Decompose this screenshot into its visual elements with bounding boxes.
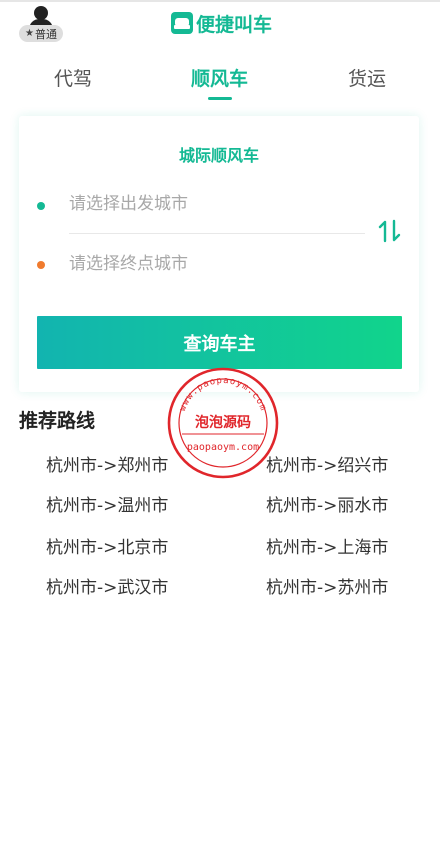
member-level-label: 普通 <box>34 27 57 41</box>
route-link[interactable]: 杭州市->郑州市 <box>46 451 168 476</box>
route-link[interactable]: 杭州市->上海市 <box>266 533 388 558</box>
query-driver-button[interactable]: 查询车主 <box>37 316 402 369</box>
recommended-routes-title: 推荐路线 <box>19 410 96 432</box>
origin-dot <box>37 202 45 210</box>
star-icon: ★ <box>25 28 34 39</box>
route-link[interactable]: 杭州市->武汉市 <box>46 573 168 598</box>
intercity-search-card: 城际顺风车 查询车主 <box>19 116 419 392</box>
watermark-bottom-text: paopaoym.com <box>187 442 259 453</box>
card-title: 城际顺风车 <box>178 146 259 165</box>
swap-arrows-icon[interactable] <box>376 215 404 247</box>
route-link[interactable]: 杭州市->绍兴市 <box>266 451 388 476</box>
origin-city-input[interactable] <box>69 194 349 214</box>
svg-text:www.paopaoym.com: www.paopaoym.com <box>178 376 268 413</box>
route-link[interactable]: 杭州市->苏州市 <box>266 573 388 598</box>
member-level-badge: ★ 普通 <box>19 25 63 42</box>
car-logo-icon <box>171 12 193 34</box>
route-link[interactable]: 杭州市->温州市 <box>46 491 168 516</box>
watermark-stamp: www.paopaoym.com 泡泡源码 paopaoym.com <box>166 366 280 480</box>
app-name: 便捷叫车 <box>196 13 273 36</box>
route-link[interactable]: 杭州市->北京市 <box>46 533 168 558</box>
field-divider <box>69 233 365 234</box>
destination-dot <box>37 261 45 269</box>
active-tab-indicator <box>208 97 232 100</box>
user-avatar[interactable]: ★ 普通 <box>19 4 65 42</box>
tab-ride-share[interactable]: 顺风车 <box>191 64 248 91</box>
app-brand: 便捷叫车 <box>171 10 272 36</box>
watermark-top-text: www.paopaoym.com <box>178 376 267 413</box>
watermark-center-text: 泡泡源码 <box>195 414 251 431</box>
route-link[interactable]: 杭州市->丽水市 <box>266 491 388 516</box>
destination-city-input[interactable] <box>69 254 349 274</box>
top-divider <box>0 0 440 2</box>
user-icon-head <box>34 6 48 20</box>
tab-designated-driver[interactable]: 代驾 <box>54 64 92 91</box>
tab-freight[interactable]: 货运 <box>348 64 386 91</box>
